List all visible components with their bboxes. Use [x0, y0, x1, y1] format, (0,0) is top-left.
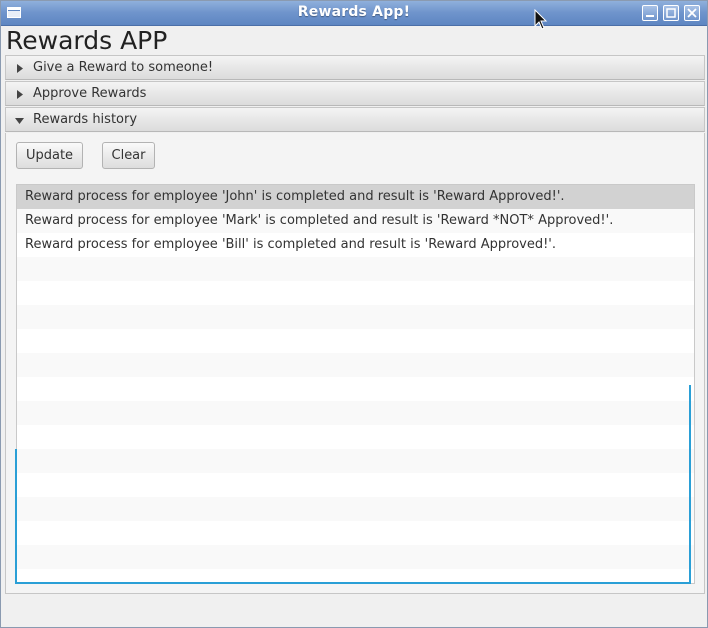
focus-border [15, 449, 17, 584]
close-icon [687, 8, 697, 18]
empty-list-row [17, 521, 694, 545]
accordion-label: Rewards history [33, 112, 138, 127]
empty-list-row [17, 305, 694, 329]
empty-list-row [17, 425, 694, 449]
close-button[interactable] [684, 5, 700, 21]
accordion-label: Approve Rewards [33, 86, 147, 101]
empty-list-row [17, 257, 694, 281]
minimize-button[interactable] [642, 5, 658, 21]
app-heading: Rewards APP [6, 26, 168, 55]
accordion: Give a Reward to someone! Approve Reward… [5, 55, 705, 132]
title-bar[interactable]: Rewards App! [1, 1, 707, 26]
triangle-right-icon [17, 64, 23, 73]
window-title: Rewards App! [297, 4, 411, 20]
empty-list-row [17, 497, 694, 521]
mouse-cursor-icon [534, 9, 548, 30]
empty-list-row [17, 545, 694, 569]
list-item[interactable]: Reward process for employee 'Bill' is co… [17, 233, 694, 257]
empty-list-row [17, 329, 694, 353]
list-item[interactable]: Reward process for employee 'John' is co… [17, 185, 694, 209]
focus-border [15, 582, 691, 584]
empty-list-row [17, 449, 694, 473]
minimize-icon [646, 15, 654, 17]
rewards-history-panel: Update Clear Reward process for employee… [5, 133, 705, 594]
rewards-history-list[interactable]: Reward process for employee 'John' is co… [16, 184, 695, 584]
list-item[interactable]: Reward process for employee 'Mark' is co… [17, 209, 694, 233]
empty-list-row [17, 377, 694, 401]
empty-list-row [17, 473, 694, 497]
triangle-right-icon [17, 90, 23, 99]
focus-border [689, 385, 691, 584]
window-footer [1, 597, 707, 627]
empty-list-row [17, 281, 694, 305]
maximize-icon [666, 8, 676, 18]
accordion-header-give-reward[interactable]: Give a Reward to someone! [5, 55, 705, 80]
app-window: Rewards App! Rewards APP Give a Reward t… [0, 0, 708, 628]
update-button[interactable]: Update [16, 142, 83, 169]
accordion-label: Give a Reward to someone! [33, 60, 214, 75]
maximize-button[interactable] [663, 5, 679, 21]
accordion-header-rewards-history[interactable]: Rewards history [5, 107, 705, 132]
empty-list-row [17, 401, 694, 425]
clear-button[interactable]: Clear [102, 142, 155, 169]
accordion-header-approve-rewards[interactable]: Approve Rewards [5, 81, 705, 106]
triangle-down-icon [15, 118, 24, 124]
empty-list-row [17, 353, 694, 377]
